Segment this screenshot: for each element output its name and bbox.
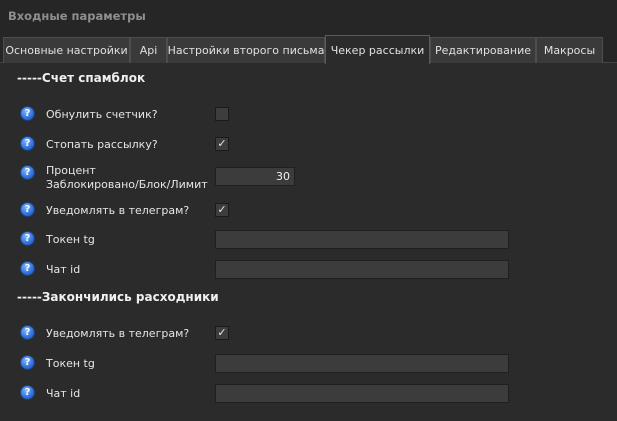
- token-input-2[interactable]: [215, 354, 509, 373]
- token-input[interactable]: [215, 230, 509, 249]
- section-title-consumables: -----Закончились расходники: [17, 290, 219, 304]
- tab-editing[interactable]: Редактирование: [430, 37, 536, 63]
- tab-api[interactable]: Api: [130, 37, 167, 63]
- notify-telegram-label-2: Уведомлять в телеграм?: [46, 327, 190, 340]
- chat-id-input-2[interactable]: [215, 384, 509, 403]
- section-title-spamblock: -----Счет спамблок: [17, 71, 146, 85]
- window-title: Входные параметры: [0, 0, 617, 34]
- tab-macros[interactable]: Макросы: [536, 37, 603, 63]
- reset-counter-checkbox[interactable]: [215, 107, 229, 121]
- token-label: Токен tg: [46, 233, 95, 246]
- notify-telegram-checkbox-2[interactable]: ✓: [215, 326, 229, 340]
- percent-input[interactable]: [215, 167, 295, 186]
- notify-telegram-checkbox[interactable]: ✓: [215, 203, 229, 217]
- tab-second-letter-settings[interactable]: Настройки второго письма: [167, 37, 325, 63]
- stop-mailing-label: Стопать рассылку?: [46, 138, 158, 151]
- tab-mailing-checker[interactable]: Чекер рассылки: [325, 35, 430, 64]
- chat-id-label-2: Чат id: [46, 387, 81, 400]
- percent-label-line2: Заблокировано/Блок/Лимит: [46, 178, 208, 191]
- chat-id-label: Чат id: [46, 263, 81, 276]
- notify-telegram-label: Уведомлять в телеграм?: [46, 204, 190, 217]
- tab-bar: Основные настройки Api Настройки второго…: [0, 34, 617, 64]
- help-icon[interactable]: ?: [20, 106, 35, 121]
- reset-counter-label: Обнулить счетчик?: [46, 108, 158, 121]
- help-icon[interactable]: ?: [20, 325, 35, 340]
- help-icon[interactable]: ?: [20, 261, 35, 276]
- stop-mailing-checkbox[interactable]: ✓: [215, 137, 229, 151]
- help-icon[interactable]: ?: [20, 165, 35, 180]
- tab-main-settings[interactable]: Основные настройки: [3, 37, 130, 63]
- chat-id-input[interactable]: [215, 260, 509, 279]
- help-icon[interactable]: ?: [20, 136, 35, 151]
- help-icon[interactable]: ?: [20, 231, 35, 246]
- help-icon[interactable]: ?: [20, 202, 35, 217]
- settings-panel: -----Счет спамблок ? Обнулить счетчик? ?…: [3, 64, 614, 421]
- help-icon[interactable]: ?: [20, 385, 35, 400]
- token-label-2: Токен tg: [46, 357, 95, 370]
- help-icon[interactable]: ?: [20, 355, 35, 370]
- percent-label-line1: Процент: [46, 164, 96, 177]
